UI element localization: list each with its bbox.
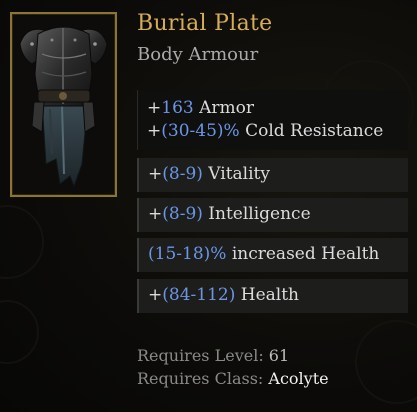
stat-value: (15-18)% xyxy=(148,244,227,264)
item-tooltip: Burial Plate Body Armour +163 Armor +(30… xyxy=(0,0,417,412)
stat-value: (84-112) xyxy=(162,285,236,305)
stat-value: (8-9) xyxy=(162,204,203,224)
affix-row-vitality: +(8-9) Vitality xyxy=(137,158,408,192)
background-ornament xyxy=(0,300,39,364)
background-ornament xyxy=(0,205,44,279)
affix-row-health: +(84-112) Health xyxy=(137,279,408,313)
stat-value: 163 xyxy=(161,98,194,118)
requires-class: Requires Class: Acolyte xyxy=(137,369,329,388)
item-type: Body Armour xyxy=(137,44,259,65)
item-name: Burial Plate xyxy=(137,11,273,36)
implicit-stat-armor: +163 Armor xyxy=(147,98,254,118)
required-level-value: 61 xyxy=(268,346,290,365)
affix-row-intelligence: +(8-9) Intelligence xyxy=(137,198,408,232)
implicit-stat-cold-resistance: +(30-45)% Cold Resistance xyxy=(147,121,384,141)
stat-value: (8-9) xyxy=(162,164,203,184)
stat-value: (30-45)% xyxy=(161,121,240,141)
implicit-stats-panel: +163 Armor +(30-45)% Cold Resistance xyxy=(137,90,408,150)
required-class-value: Acolyte xyxy=(268,369,329,388)
background-ornament xyxy=(355,320,417,404)
dark-plate-armour-icon xyxy=(19,26,108,188)
requires-level: Requires Level: 61 xyxy=(137,346,290,365)
affix-row-increased-health: (15-18)% increased Health xyxy=(137,238,408,272)
item-image-frame xyxy=(10,12,117,197)
